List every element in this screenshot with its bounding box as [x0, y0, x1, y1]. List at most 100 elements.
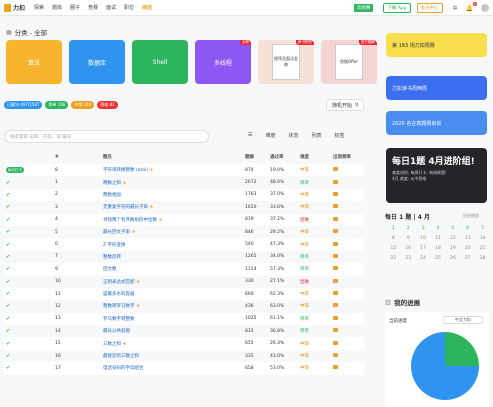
calendar-day[interactable]: 24	[416, 256, 431, 261]
problem-title-link[interactable]: 两数相加	[103, 193, 121, 198]
category-card-database[interactable]: 数据库	[69, 40, 125, 84]
calendar-day[interactable]: 2	[401, 226, 416, 231]
category-card-book-offer[interactable]: 官方题解 剑指Offer	[321, 40, 377, 84]
table-row[interactable]: ✔ 5 最长回文子串 ★ 846 29.2% 中等	[4, 226, 364, 238]
logo[interactable]: 力扣	[4, 3, 34, 12]
difficulty-filter[interactable]: 难度	[265, 132, 275, 139]
member-center-button[interactable]: 会员中心	[416, 3, 443, 13]
problem-title-link[interactable]: 寻找两个有序数组的中位数	[103, 218, 157, 223]
bell-icon[interactable]: 🔔 4	[466, 1, 477, 12]
language-switch[interactable]: 中	[453, 5, 458, 12]
calendar-day[interactable]: 1	[386, 226, 401, 231]
nav-item-store[interactable]: 商店	[142, 4, 152, 11]
calendar-day[interactable]: 22	[386, 256, 401, 261]
table-row[interactable]: ✔ 12 整数转罗马数字 ★ 436 63.0% 中等	[4, 300, 364, 312]
problem-title-link[interactable]: 最长公共前缀	[103, 329, 130, 334]
table-row[interactable]: ✔ 14 最长公共前缀 815 36.8% 简单	[4, 325, 364, 337]
calendar-day[interactable]: 5	[445, 226, 460, 231]
category-card-label: 算法	[27, 59, 40, 67]
col-acceptance[interactable]: 通过率	[270, 154, 300, 160]
calendar-day[interactable]: 8	[386, 236, 401, 241]
table-row[interactable]: ✔ 6 Z 字形变换 540 47.3% 中等	[4, 238, 364, 251]
table-row[interactable]: ✔ 3 无重复字符的最长子串 ★ 1650 33.6% 中等	[4, 201, 364, 213]
problem-title-link[interactable]: 盛最多水的容器	[103, 292, 135, 297]
nav-item-explore[interactable]: 探索	[34, 4, 44, 11]
calendar-day[interactable]: 3	[416, 226, 431, 231]
biweek-contest-button[interactable]: 双周赛	[353, 4, 374, 12]
avatar[interactable]	[481, 4, 489, 12]
problem-title-link[interactable]: 两数之和	[103, 181, 121, 186]
problem-title-link[interactable]: 字符串转换整数 (atoi)	[103, 168, 148, 173]
random-pick-button[interactable]: 随机开始 ⤨	[326, 99, 364, 111]
calendar-day[interactable]: 25	[431, 256, 446, 261]
calendar-day[interactable]: 16	[401, 246, 416, 251]
table-row[interactable]: ✔ 2 两数相加 1763 37.0% 中等	[4, 188, 364, 202]
calendar-day[interactable]: 11	[431, 236, 446, 241]
calendar-day[interactable]: 6	[460, 226, 475, 231]
reading-week-banner[interactable]: 力扣读书周两周	[386, 76, 487, 100]
problem-title-link[interactable]: 罗马数字转整数	[103, 317, 135, 322]
calendar-day[interactable]: 20	[460, 246, 475, 251]
table-row[interactable]: ✔ 11 盛最多水的容器 660 62.3% 中等	[4, 287, 364, 301]
daily-checkin-badge[interactable]: 每日打卡	[6, 166, 24, 173]
calendar-day[interactable]: 26	[445, 256, 460, 261]
problem-title-link[interactable]: 电话号码的字母组合	[103, 366, 144, 371]
calendar-day[interactable]: 28	[475, 256, 490, 261]
calendar-day[interactable]: 27	[460, 256, 475, 261]
calendar-day[interactable]: 13	[460, 236, 475, 241]
table-row[interactable]: ✔ 17 电话号码的字母组合 658 53.0% 中等	[4, 362, 364, 375]
table-row[interactable]: ✔ 10 正则表达式匹配 ★ 330 27.1% 困难	[4, 276, 364, 288]
problem-title-link[interactable]: 正则表达式匹配	[103, 280, 135, 285]
problem-title-link[interactable]: 回文数	[103, 267, 117, 272]
table-row[interactable]: ✔ 13 罗马数字转整数 1025 61.1% 简单	[4, 312, 364, 326]
problem-title-link[interactable]: 无重复字符的最长子串	[103, 205, 148, 210]
nav-item-circle[interactable]: 圈子	[70, 4, 80, 11]
tag-filter[interactable]: 标签	[335, 132, 345, 139]
nav-item-interview[interactable]: 面试	[106, 4, 116, 11]
category-card-book-interview[interactable]: 新书预售 程序员面试金典	[258, 40, 314, 84]
problem-title-link[interactable]: 整数反转	[103, 255, 121, 260]
table-row[interactable]: ✔ 7 整数反转 1265 34.0% 简单	[4, 251, 364, 263]
company-questions-banner[interactable]: 2020 名企真题题目训	[386, 111, 487, 135]
table-row[interactable]: ✔ 15 三数之和 ★ 655 26.3% 中等	[4, 337, 364, 350]
nav-item-jobs[interactable]: 职位	[124, 4, 134, 11]
calendar-day[interactable]: 12	[445, 236, 460, 241]
table-row[interactable]: 每日打卡 8 字符串转换整数 (atoi) ★ 874 19.0% 中等	[4, 164, 364, 177]
calendar-day[interactable]: 14	[475, 236, 490, 241]
search-input[interactable]: 搜索题目 名称、内容、或 编号	[4, 130, 209, 143]
calendar-day[interactable]: 19	[445, 246, 460, 251]
nav-item-contest[interactable]: 竞赛	[88, 4, 98, 11]
history-link[interactable]: 历史挑战	[463, 213, 479, 219]
problem-title-link[interactable]: 最接近的三数之和	[103, 354, 139, 359]
problem-title-link[interactable]: Z 字形变换	[103, 243, 126, 248]
problem-title-link[interactable]: 最长回文子串	[103, 230, 130, 235]
col-frequency[interactable]: 出现频率	[333, 154, 364, 160]
table-row[interactable]: ✔ 1 两数之和 ★ 2672 48.0% 简单	[4, 176, 364, 188]
calendar-day[interactable]: 4	[431, 226, 446, 231]
col-difficulty[interactable]: 难度	[300, 154, 333, 160]
calendar-day[interactable]: 18	[431, 246, 446, 251]
status-filter[interactable]: 状态	[289, 132, 299, 139]
table-row[interactable]: ✔ 9 回文数 1154 57.3% 简单	[4, 263, 364, 276]
daily-challenge-banner[interactable]: 每日1题 4月进阶组! 难度进阶, 每周打卡, 每周刷题! 4月 难度: 从中到…	[386, 148, 487, 203]
calendar-day[interactable]: 7	[475, 226, 490, 231]
nav-item-problems[interactable]: 题库	[52, 4, 62, 11]
calendar-day[interactable]: 15	[386, 246, 401, 251]
table-row[interactable]: ✔ 16 最接近的三数之和 335 43.0% 中等	[4, 350, 364, 362]
col-solutions[interactable]: 题解	[245, 154, 270, 160]
category-card-algorithms[interactable]: 算法	[6, 40, 62, 84]
calendar-day[interactable]: 9	[401, 236, 416, 241]
table-row[interactable]: ✔ 4 寻找两个有序数组的中位数 ★ 819 37.2% 困难	[4, 213, 364, 226]
calendar-day[interactable]: 21	[475, 246, 490, 251]
problem-title-link[interactable]: 三数之和	[103, 342, 121, 347]
calendar-day[interactable]: 23	[401, 256, 416, 261]
weekly-contest-banner[interactable]: 第 183 场力扣周赛	[386, 33, 487, 57]
download-app-button[interactable]: 下载 App	[383, 3, 411, 13]
list-filter-icon[interactable]: ☰	[248, 132, 252, 139]
problem-title-link[interactable]: 整数转罗马数字	[103, 304, 135, 309]
category-card-shell[interactable]: Shell	[132, 40, 188, 84]
calendar-day[interactable]: 17	[416, 246, 431, 251]
list-filter[interactable]: 列表	[312, 132, 322, 139]
calendar-day[interactable]: 10	[416, 236, 431, 241]
category-card-concurrency[interactable]: 全新 多线程	[195, 40, 251, 84]
